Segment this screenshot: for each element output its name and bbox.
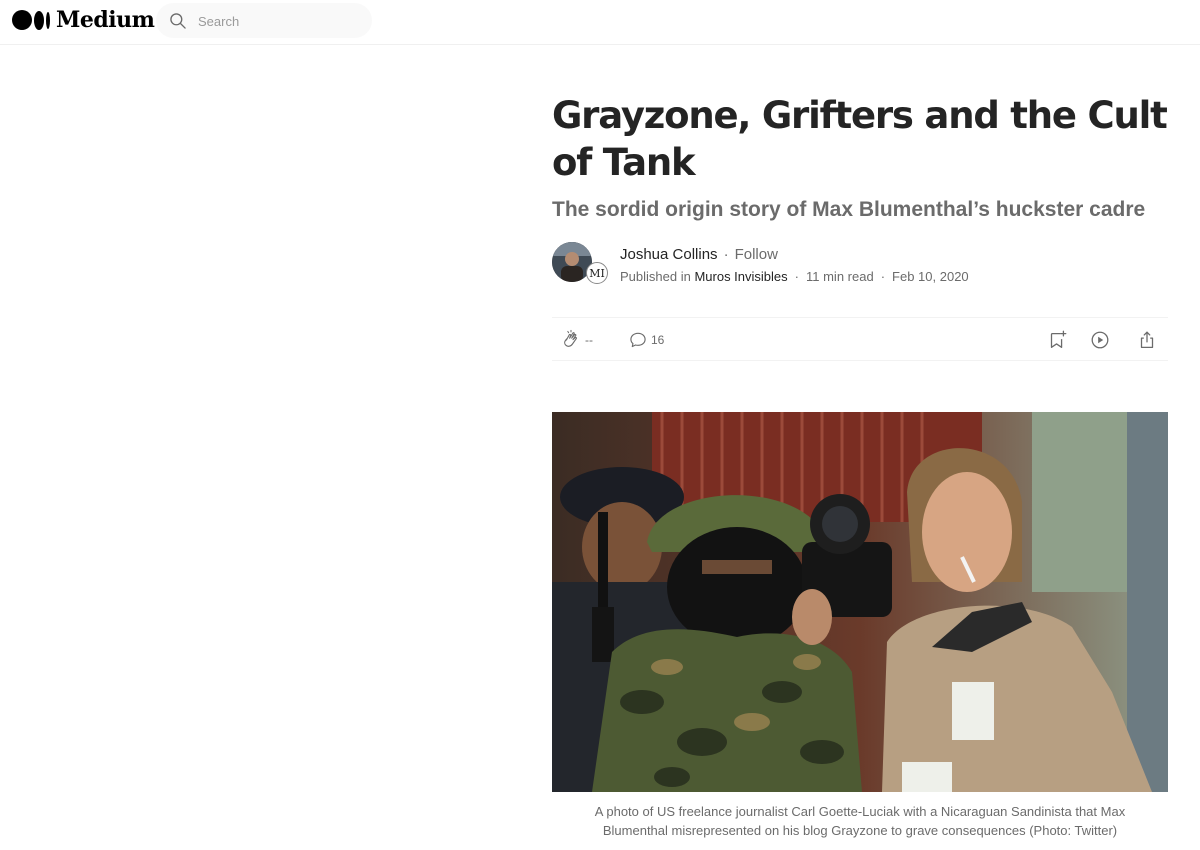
top-navbar: Medium bbox=[0, 0, 1200, 45]
publication-name[interactable]: Muros Invisibles bbox=[694, 269, 787, 284]
bookmark-add-icon[interactable] bbox=[1046, 329, 1068, 351]
article-subtitle: The sordid origin story of Max Blumentha… bbox=[552, 198, 1146, 221]
search-bar[interactable] bbox=[156, 3, 372, 38]
clap-icon[interactable] bbox=[560, 329, 582, 351]
hero-photo-illustration bbox=[552, 412, 1168, 792]
publication-row: Published in Muros Invisibles · 11 min rea… bbox=[620, 269, 969, 284]
publication-avatar[interactable]: MI bbox=[586, 262, 608, 284]
author-row: Joshua Collins · Follow bbox=[620, 246, 778, 263]
meta-separator: · bbox=[880, 269, 886, 284]
image-caption: A photo of US freelance journalist Carl … bbox=[594, 804, 1126, 838]
byline: MI Joshua Collins · Follow Published in Mu… bbox=[552, 242, 1168, 288]
author-name[interactable]: Joshua Collins bbox=[620, 246, 718, 263]
article-figure: A photo of US freelance journalist Carl … bbox=[552, 412, 1168, 840]
medium-logo[interactable]: Medium bbox=[12, 7, 155, 33]
search-icon bbox=[170, 13, 186, 29]
article-title: Grayzone, Grifters and the Cult of Tank bbox=[552, 94, 1168, 184]
published-in-label: Published in bbox=[620, 269, 691, 284]
comment-count[interactable]: 16 bbox=[651, 333, 664, 347]
clap-count: -- bbox=[585, 333, 593, 347]
meta-separator: · bbox=[794, 269, 799, 284]
read-time: 11 min read bbox=[806, 269, 874, 284]
author-separator: · bbox=[723, 246, 729, 263]
article-action-bar: -- 16 bbox=[552, 317, 1168, 361]
follow-button[interactable]: Follow bbox=[735, 246, 778, 263]
listen-icon[interactable] bbox=[1089, 329, 1111, 351]
search-input[interactable] bbox=[198, 10, 358, 32]
medium-logo-text: Medium bbox=[56, 7, 155, 33]
article: Grayzone, Grifters and the Cult of Tank … bbox=[552, 92, 1168, 838]
share-icon[interactable] bbox=[1136, 329, 1158, 351]
publish-date: Feb 10, 2020 bbox=[892, 269, 969, 284]
comment-icon[interactable] bbox=[628, 330, 648, 350]
article-hero-image bbox=[552, 412, 1168, 792]
medium-logo-mark bbox=[12, 10, 50, 30]
